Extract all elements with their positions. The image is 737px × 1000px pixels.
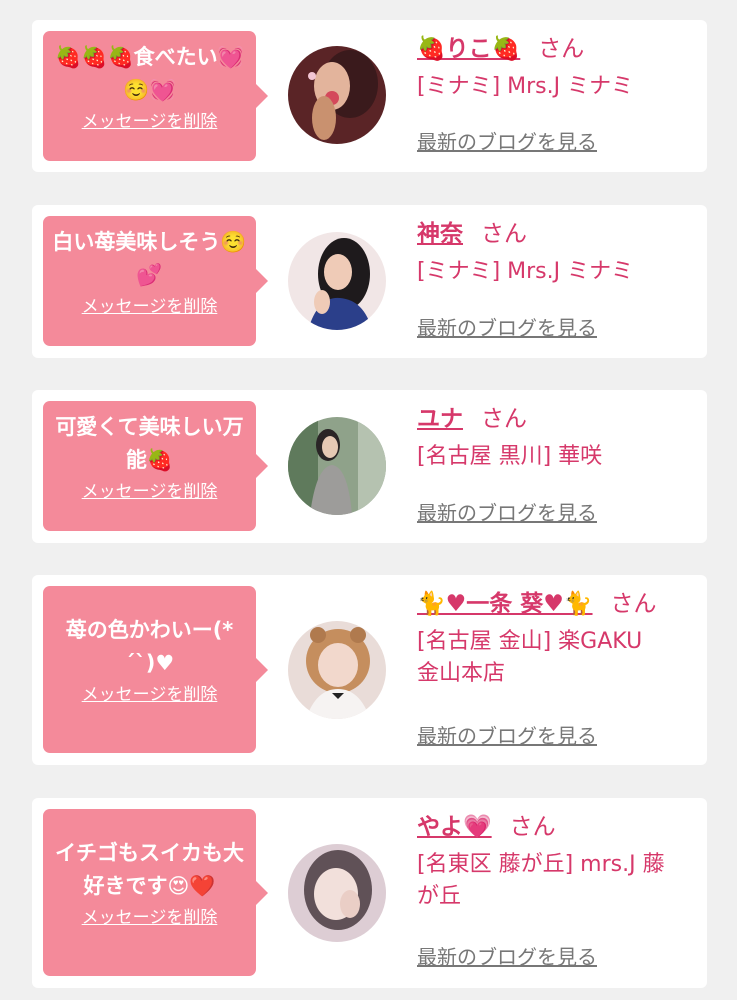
message-card: 可愛くて美味しい万能🍓 メッセージを削除 ユナ さん [名古屋 黒川] 華咲 最新… xyxy=(32,390,707,543)
honorific: さん xyxy=(481,406,527,432)
cast-info: 🍓りこ🍓 さん [ミナミ] Mrs.J ミナミ xyxy=(417,33,697,103)
message-text: 白い苺美味しそう☺️💕 xyxy=(52,230,247,287)
cast-info: 神奈 さん [ミナミ] Mrs.J ミナミ xyxy=(417,218,697,288)
shop-name: [名古屋 黒川] 華咲 xyxy=(417,444,603,469)
message-bubble: 🍓🍓🍓食べたい💓☺️💓 メッセージを削除 xyxy=(43,31,268,161)
delete-message-link[interactable]: メッセージを削除 xyxy=(51,296,248,318)
honorific: さん xyxy=(610,591,657,617)
latest-blog-link[interactable]: 最新のブログを見る xyxy=(417,944,597,970)
cast-name-link[interactable]: 🐈♥一条 葵♥🐈 xyxy=(417,591,593,617)
avatar[interactable] xyxy=(288,46,386,144)
cast-name-line: 神奈 さん xyxy=(417,218,697,250)
message-text: 可愛くて美味しい万能🍓 xyxy=(55,415,244,472)
avatar[interactable] xyxy=(288,621,386,719)
shop-name: [名古屋 金山] 楽GAKU 金山本店 xyxy=(417,629,643,686)
cast-name-link[interactable]: ユナ xyxy=(417,406,463,432)
latest-blog-link[interactable]: 最新のブログを見る xyxy=(417,723,597,749)
message-text: 🍓🍓🍓食べたい💓☺️💓 xyxy=(55,45,244,102)
delete-message-link[interactable]: メッセージを削除 xyxy=(51,684,248,706)
message-bubble: 苺の色かわいー(*´`)♥ メッセージを削除 xyxy=(43,586,268,753)
message-card: 白い苺美味しそう☺️💕 メッセージを削除 神奈 さん [ミナミ] Mrs.J ミナ… xyxy=(32,205,707,358)
latest-blog-link[interactable]: 最新のブログを見る xyxy=(417,315,597,341)
honorific: さん xyxy=(538,36,585,62)
delete-message-link[interactable]: メッセージを削除 xyxy=(51,111,248,133)
message-bubble: 可愛くて美味しい万能🍓 メッセージを削除 xyxy=(43,401,268,531)
cast-info: 🐈♥一条 葵♥🐈 さん [名古屋 金山] 楽GAKU 金山本店 xyxy=(417,588,697,690)
shop-name: [名東区 藤が丘] mrs.J 藤が丘 xyxy=(417,852,665,909)
message-bubble: イチゴもスイカも大好きです😍❤️ メッセージを削除 xyxy=(43,809,268,976)
latest-blog-link[interactable]: 最新のブログを見る xyxy=(417,500,597,526)
message-text: イチゴもスイカも大好きです😍❤️ xyxy=(55,841,244,898)
honorific: さん xyxy=(509,814,556,840)
delete-message-link[interactable]: メッセージを削除 xyxy=(51,481,248,503)
message-card: イチゴもスイカも大好きです😍❤️ メッセージを削除 やよ💗 さん [名東区 藤が丘… xyxy=(32,798,707,988)
shop-name: [ミナミ] Mrs.J ミナミ xyxy=(417,74,634,99)
avatar[interactable] xyxy=(288,844,386,942)
avatar[interactable] xyxy=(288,232,386,330)
delete-message-link[interactable]: メッセージを削除 xyxy=(51,907,248,929)
cast-name-line: 🐈♥一条 葵♥🐈 さん xyxy=(417,588,697,620)
cast-name-link[interactable]: 神奈 xyxy=(417,221,463,247)
shop-name: [ミナミ] Mrs.J ミナミ xyxy=(417,259,634,284)
avatar[interactable] xyxy=(288,417,386,515)
cast-info: やよ💗 さん [名東区 藤が丘] mrs.J 藤が丘 xyxy=(417,811,697,913)
cast-name-line: 🍓りこ🍓 さん xyxy=(417,33,697,65)
honorific: さん xyxy=(481,221,527,247)
cast-name-link[interactable]: 🍓りこ🍓 xyxy=(417,36,520,62)
message-card: 🍓🍓🍓食べたい💓☺️💓 メッセージを削除 🍓りこ🍓 さん [ミナミ] Mrs.J … xyxy=(32,20,707,172)
latest-blog-link[interactable]: 最新のブログを見る xyxy=(417,129,597,155)
cast-name-line: やよ💗 さん xyxy=(417,811,697,843)
message-bubble: 白い苺美味しそう☺️💕 メッセージを削除 xyxy=(43,216,268,346)
cast-name-link[interactable]: やよ💗 xyxy=(417,814,492,840)
message-text: 苺の色かわいー(*´`)♥ xyxy=(65,618,234,675)
message-card: 苺の色かわいー(*´`)♥ メッセージを削除 🐈♥一条 葵♥🐈 さん [名古屋 金… xyxy=(32,575,707,765)
cast-name-line: ユナ さん xyxy=(417,403,697,435)
cast-info: ユナ さん [名古屋 黒川] 華咲 xyxy=(417,403,697,473)
